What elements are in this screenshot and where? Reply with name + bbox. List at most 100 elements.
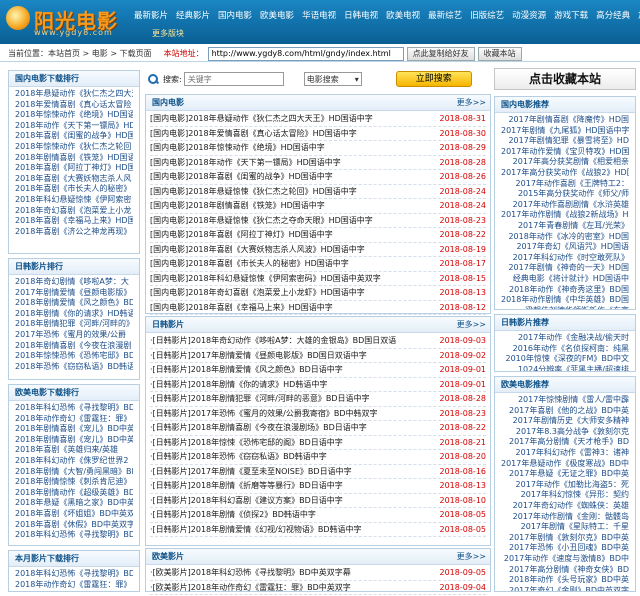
movie-title-link[interactable]: ·[日韩影片]2018年剧情《侦探2》BD韩语中字 xyxy=(150,508,430,522)
ranking-item[interactable]: 2018年剧情喜剧《铁笼》HD国语 xyxy=(15,153,133,164)
ranking-item[interactable]: 2017年剧情爱情《昼颜电影版》 xyxy=(15,288,133,299)
movie-title-link[interactable]: [国内电影]2018年喜剧《市长夫人的秘密》HD国语中字 xyxy=(150,257,430,271)
ranking-item[interactable]: 2018年剧情喜剧《宠儿》BD中英 xyxy=(15,424,133,435)
ranking-item[interactable]: 2018年惊悚动作《绝境》HD国语 xyxy=(15,110,133,121)
movie-title-link[interactable]: [国内电影]2018年惊悚动作《绝境》HD国语中字 xyxy=(150,141,430,155)
ranking-item[interactable]: 2017年恐怖《蜜月的效果/公爵 xyxy=(15,330,133,341)
ranking-item[interactable]: 2018年喜剧《大赛妖物志杀人风 xyxy=(15,174,133,185)
recommend-item[interactable]: 2017年动作剧情《金刚：骷髅岛 xyxy=(501,512,629,523)
ranking-item[interactable]: 2018年喜剧《济公之神龙再现》 xyxy=(15,227,133,238)
recommend-item[interactable]: 2017年动作剧情《战狼2新战场》HD xyxy=(501,210,629,221)
movie-title-link[interactable]: ·[日韩影片]2017年恐怖《蜜月的效果/公爵我寄宿》BD中韩双字 xyxy=(150,407,430,421)
ranking-item[interactable]: 2018年惊悚恐怖《恐怖宅邸》BD xyxy=(15,351,133,362)
nav-item[interactable]: 游戏下载 xyxy=(550,10,592,24)
ranking-item[interactable]: 2018年悬疑动作《狄仁杰之四大天 xyxy=(15,89,133,100)
nav-item[interactable]: 经典影片 xyxy=(172,10,214,24)
bookmark-site-button[interactable]: 收藏本站 xyxy=(477,46,522,61)
recommend-item[interactable]: 2017年悬疑《无证之罪》BD中英 xyxy=(501,469,629,480)
more-link[interactable]: 更多>> xyxy=(457,549,486,565)
site-logo[interactable]: 阳光电影 www.ygdy8.com xyxy=(4,4,136,40)
ranking-item[interactable]: 2018年剧情犯罪《河畔/河畔的》 xyxy=(15,319,133,330)
recommend-item[interactable]: 2017年剧情犯罪《暴雪将至》HD xyxy=(501,136,629,147)
recommend-item[interactable]: 2016年动作《名侦探柯南：纯黑 xyxy=(501,344,629,355)
ranking-item[interactable]: 2018年爱情喜剧《真心话太冒险 xyxy=(15,100,133,111)
recommend-item[interactable]: 2017年恐怖《小丑回魂》BD中英 xyxy=(501,543,629,554)
ranking-item[interactable]: 2018年喜剧《阿拉丁神灯》HD国 xyxy=(15,163,133,174)
copy-to-friend-button[interactable]: 点此复制给好友 xyxy=(406,46,475,61)
movie-title-link[interactable]: [国内电影]2018年喜剧《幸福马上来》HD国语中字 xyxy=(150,301,430,315)
recommend-item[interactable]: 2017年剧情《星际特工：千星 xyxy=(501,522,629,533)
ranking-item[interactable]: 2018年喜剧《幸福马上来》HD国 xyxy=(15,216,133,227)
movie-title-link[interactable]: [国内电影]2018年奇幻喜剧《泡菜爱上小龙虾》HD国语中字 xyxy=(150,286,430,300)
recommend-item[interactable]: 2017年奇幻《风语咒》HD国语 xyxy=(501,242,629,253)
ranking-item[interactable]: 2018年悬疑《黑暗之家》BD中英 xyxy=(15,498,133,509)
movie-title-link[interactable]: ·[日韩影片]2018年剧情犯罪《河畔/河畔的恶意》BD日语中字 xyxy=(150,392,430,406)
recommend-item[interactable]: 2018年动作剧情《中华英雄》BD国 xyxy=(501,295,629,306)
movie-title-link[interactable]: ·[日韩影片]2018年剧情爱情《风之颜色》BD日语中字 xyxy=(150,363,430,377)
recommend-item[interactable]: 2015年高分获奖动作《师父/师 xyxy=(501,189,629,200)
movie-title-link[interactable]: [国内电影]2018年喜剧《大赛妖物志杀人风波》HD国语中字 xyxy=(150,243,430,257)
recommend-item[interactable]: 2017年悬疑动作《极度寒战》BD中 xyxy=(501,459,629,470)
ranking-item[interactable]: 2018年科幻恐怖《寻找黎明》BD xyxy=(15,569,133,580)
nav-item[interactable]: 动漫资源 xyxy=(508,10,550,24)
search-button[interactable]: 立即搜索 xyxy=(395,71,472,87)
ranking-item[interactable]: 2018年喜剧《英雄归来/英雄 xyxy=(15,445,133,456)
recommend-item[interactable]: 2017年科幻动作《时空敢死队》 xyxy=(501,253,629,264)
recommend-item[interactable]: 2017年动作《加勒比海盗5：死 xyxy=(501,480,629,491)
movie-title-link[interactable]: ·[日韩影片]2018年惊悚《恐怖宅邸的阁》BD日语中字 xyxy=(150,436,430,450)
recommend-item[interactable]: 2018年动作《神奇秀这里》BD国 xyxy=(501,285,629,296)
ranking-item[interactable]: 2018年科幻悬疑惊悚《伊阿索密 xyxy=(15,195,133,206)
recommend-item[interactable]: 2017年青春剧情《左耳/光荣》 xyxy=(501,221,629,232)
ranking-item[interactable]: 2018年动作奇幻《雷霆狂：罪》 xyxy=(15,414,133,425)
movie-title-link[interactable]: ·[欧美影片]2018年科幻恐怖《寻找黎明》BD中英双字幕 xyxy=(150,566,430,580)
movie-title-link[interactable]: [国内电影]2018年喜剧《闺蜜的战争》HD国语中字 xyxy=(150,170,430,184)
movie-title-link[interactable]: [国内电影]2018年剧情喜剧《铁笼》HD国语中字 xyxy=(150,199,430,213)
recommend-item[interactable]: 2017年剧情《九尾狐》HD国语中字 xyxy=(501,126,629,137)
movie-title-link[interactable]: [国内电影]2018年悬疑惊悚《狄仁杰之轮回》HD国语中字 xyxy=(150,185,430,199)
recommend-item[interactable]: 2017年高分获奖剧情《相爱相亲 xyxy=(501,157,629,168)
search-input[interactable] xyxy=(183,72,284,86)
recommend-item[interactable]: 2017年8.3高分战争《敦刻尔克 xyxy=(501,427,629,438)
movie-title-link[interactable]: ·[日韩影片]2017年剧情爱情《昼颜电影版》BD国日双语中字 xyxy=(150,349,430,363)
nav-item[interactable]: 欧美电影 xyxy=(256,10,298,24)
movie-title-link[interactable]: ·[日韩影片]2018年恐怖《窃窃私语》BD韩语中字 xyxy=(150,450,430,464)
recommend-item[interactable]: 2010年惊悚《深夜的FM》BD中文 xyxy=(501,354,629,365)
ranking-item[interactable]: 2018年科幻恐怖《寻找黎明》BD xyxy=(15,530,133,541)
ranking-item[interactable]: 2018年剧情《你的请求》HD韩语 xyxy=(15,309,133,320)
address-input[interactable] xyxy=(207,46,404,61)
recommend-item[interactable]: 2017年奇幻动作《蜘蛛侠：英雄 xyxy=(501,501,629,512)
recommend-item[interactable]: 经典电影《将计就计》HD国语中 xyxy=(501,274,629,285)
ranking-item[interactable]: 2018年恐怖《窃窃私语》BD韩语 xyxy=(15,362,133,373)
ranking-item[interactable]: 2018年喜剧《市长夫人的秘密》 xyxy=(15,184,133,195)
movie-title-link[interactable]: ·[日韩影片]2018年剧情喜剧《今夜在浪漫剧场》BD日语中字 xyxy=(150,421,430,435)
movie-title-link[interactable]: ·[日韩影片]2017年剧情《夏至未至NOISE》BD日语中字 xyxy=(150,465,430,479)
ranking-item[interactable]: 2018年科幻恐怖《寻找黎明》BD xyxy=(15,403,133,414)
ranking-item[interactable]: 2018年惊悚动作《狄仁杰之轮回 xyxy=(15,142,133,153)
big-bookmark-button[interactable]: 点击收藏本站 xyxy=(494,68,636,90)
movie-title-link[interactable]: [国内电影]2018年动作《天下第一镖局》HD国语中字 xyxy=(150,156,430,170)
recommend-item[interactable]: 2017年喜剧《他的之战》BD中英 xyxy=(501,406,629,417)
ranking-item[interactable]: 2018年剧情惊悚《刺杀肯尼迪》 xyxy=(15,477,133,488)
recommend-item[interactable]: 2017年动作喜剧《王牌特工2： xyxy=(501,179,629,190)
recommend-item[interactable]: 梁朝伟刘德华领衔新作《东京 xyxy=(501,306,629,309)
movie-title-link[interactable]: [国内电影]2018年爱情喜剧《真心话太冒险》HD国语中字 xyxy=(150,127,430,141)
search-type-select[interactable]: 电影搜索 ▾ xyxy=(303,72,362,86)
recommend-item[interactable]: 2017年动作喜剧剧情《水浒英雄 xyxy=(501,200,629,211)
recommend-item[interactable]: 2017年剧情历史《大师安多精神 xyxy=(501,416,629,427)
breadcrumb[interactable]: 当前位置：本站首页 > 电影 > 下载页面 xyxy=(0,48,152,59)
recommend-item[interactable]: 2017年高分剧情《天才枪手》BD xyxy=(501,437,629,448)
movie-title-link[interactable]: ·[日韩影片]2018年剧情《你的请求》HD韩语中字 xyxy=(150,378,430,392)
recommend-item[interactable]: 2017年剧情《神奇的一天》HD国 xyxy=(501,263,629,274)
recommend-item[interactable]: 2018年动作《头号玩家》BD中英 xyxy=(501,575,629,586)
ranking-item[interactable]: 2018年剧情《大智/勇闯黑暗》BD xyxy=(15,467,133,478)
recommend-item[interactable]: 2018年动作《冰冷的密室》HD国 xyxy=(501,232,629,243)
recommend-item[interactable]: 2017年奇幻《金刚》BD中英双字 xyxy=(501,586,629,591)
recommend-item[interactable]: 2017年高分剧情《神奇女侠》BD xyxy=(501,565,629,576)
nav-item[interactable]: 华语电视 xyxy=(298,10,340,24)
nav-item[interactable]: 欧美电视 xyxy=(382,10,424,24)
ranking-item[interactable]: 2018年奇幻喜剧《泡菜爱上小龙 xyxy=(15,206,133,217)
movie-title-link[interactable]: ·[日韩影片]2018年科幻喜剧《建议方案》BD日语中字 xyxy=(150,494,430,508)
recommend-item[interactable]: 2017年剧情《敦刻尔克》BD中英 xyxy=(501,533,629,544)
ranking-item[interactable]: 2018年喜剧《闺蜜的战争》HD国 xyxy=(15,131,133,142)
recommend-item[interactable]: 2017年科幻惊悚《异形：契约 xyxy=(501,490,629,501)
